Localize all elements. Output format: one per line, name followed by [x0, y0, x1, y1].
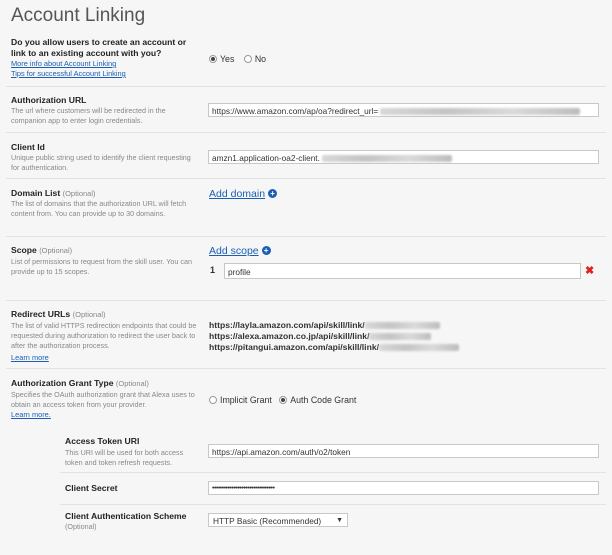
grant-type-title: Authorization Grant Type [11, 378, 114, 388]
implicit-grant-label: Implicit Grant [220, 394, 272, 405]
redacted-text [379, 344, 459, 352]
access-token-input[interactable]: https://api.amazon.com/auth/o2/token [208, 444, 599, 458]
yes-label: Yes [220, 53, 235, 64]
client-id-label: Client Id [11, 142, 45, 152]
divider [60, 504, 606, 505]
divider [60, 472, 606, 473]
more-info-link[interactable]: More info about Account Linking [11, 59, 116, 69]
client-auth-optional: (Optional) [65, 522, 97, 531]
scope-index: 1 [210, 265, 216, 275]
scope-desc: List of permissions to request from the … [11, 257, 192, 276]
redirect-url-item: https://layla.amazon.com/api/skill/link/ [209, 320, 459, 331]
redirect-urls-desc: The list of valid HTTPS redirection endp… [11, 321, 197, 350]
implicit-grant-radio[interactable] [209, 395, 217, 404]
scope-input[interactable]: profile [224, 263, 581, 279]
redirect-url-text: https://alexa.amazon.co.jp/api/skill/lin… [209, 331, 370, 341]
scope-label: Scope (Optional) [11, 245, 72, 256]
auth-url-value: https://www.amazon.com/ap/oa?redirect_ur… [212, 106, 379, 116]
divider [6, 86, 606, 87]
allow-linking-radios: Yes No [209, 50, 266, 68]
divider [6, 236, 606, 237]
redirect-url-text: https://pitangui.amazon.com/api/skill/li… [209, 342, 379, 352]
no-radio[interactable] [243, 54, 252, 63]
optional-tag: (Optional) [39, 246, 73, 255]
no-label: No [254, 53, 267, 64]
redirect-learn-more-link[interactable]: Learn more [11, 353, 49, 363]
redacted-text [364, 322, 440, 330]
client-secret-label: Client Secret [65, 483, 118, 493]
client-id-value: amzn1.application-oa2-client. [212, 153, 320, 163]
redirect-url-text: https://layla.amazon.com/api/skill/link/ [209, 320, 365, 330]
redirect-url-item: https://alexa.amazon.co.jp/api/skill/lin… [209, 331, 459, 342]
redacted-text [321, 155, 452, 163]
allow-linking-label: Do you allow users to create an account … [11, 37, 187, 58]
plus-circle-icon: + [268, 189, 278, 198]
add-scope-label: Add scope [209, 245, 259, 257]
client-auth-label: Client Authentication Scheme [65, 511, 187, 521]
access-token-desc: This URI will be used for both access to… [65, 448, 184, 467]
client-id-desc: Unique public string used to identify th… [11, 153, 191, 172]
scope-title: Scope [11, 245, 37, 255]
add-scope-link[interactable]: Add scope + [209, 245, 271, 257]
client-id-input[interactable]: amzn1.application-oa2-client. [208, 150, 599, 164]
page-title: Account Linking [11, 5, 146, 26]
domain-list-label: Domain List (Optional) [11, 188, 96, 199]
optional-tag: (Optional) [115, 379, 149, 388]
client-auth-select[interactable]: HTTP Basic (Recommended) ▼ [208, 513, 348, 527]
redirect-urls-title: Redirect URLs [11, 309, 71, 319]
redirect-urls-list: https://layla.amazon.com/api/skill/link/… [209, 320, 459, 353]
yes-radio[interactable] [209, 54, 217, 63]
optional-tag: (Optional) [62, 189, 96, 198]
divider [6, 178, 606, 179]
domain-list-desc: The list of domains that the authorizati… [11, 199, 187, 218]
auth-url-label: Authorization URL [11, 95, 87, 105]
divider [6, 368, 606, 369]
grant-type-desc: Specifies the OAuth authorization grant … [11, 390, 195, 409]
plus-circle-icon: + [261, 246, 271, 255]
client-secret-input[interactable]: •••••••••••••••••••••••••••••••• [208, 481, 599, 495]
tips-link[interactable]: Tips for successful Account Linking [11, 69, 126, 79]
auth-code-grant-label: Auth Code Grant [290, 394, 357, 405]
redirect-url-item: https://pitangui.amazon.com/api/skill/li… [209, 342, 459, 353]
client-auth-value: HTTP Basic (Recommended) [213, 516, 322, 526]
redirect-urls-label: Redirect URLs (Optional) [11, 309, 106, 320]
auth-code-grant-radio[interactable] [279, 395, 288, 404]
delete-scope-icon[interactable]: ✖ [585, 264, 594, 277]
optional-tag: (Optional) [72, 310, 106, 319]
divider [6, 132, 606, 133]
redacted-text [380, 108, 581, 116]
domain-list-title: Domain List [11, 188, 61, 198]
access-token-label: Access Token URI [65, 436, 140, 446]
auth-url-desc: The url where customers will be redirect… [11, 106, 166, 125]
divider [6, 300, 606, 301]
redacted-text [369, 333, 432, 341]
auth-url-input[interactable]: https://www.amazon.com/ap/oa?redirect_ur… [208, 103, 599, 117]
chevron-down-icon: ▼ [336, 517, 343, 524]
grant-type-label: Authorization Grant Type (Optional) [11, 378, 149, 389]
grant-type-radios: Implicit Grant Auth Code Grant [209, 391, 356, 409]
grant-learn-more-link[interactable]: Learn more. [11, 410, 51, 420]
add-domain-label: Add domain [209, 188, 266, 200]
add-domain-link[interactable]: Add domain + [209, 188, 278, 200]
